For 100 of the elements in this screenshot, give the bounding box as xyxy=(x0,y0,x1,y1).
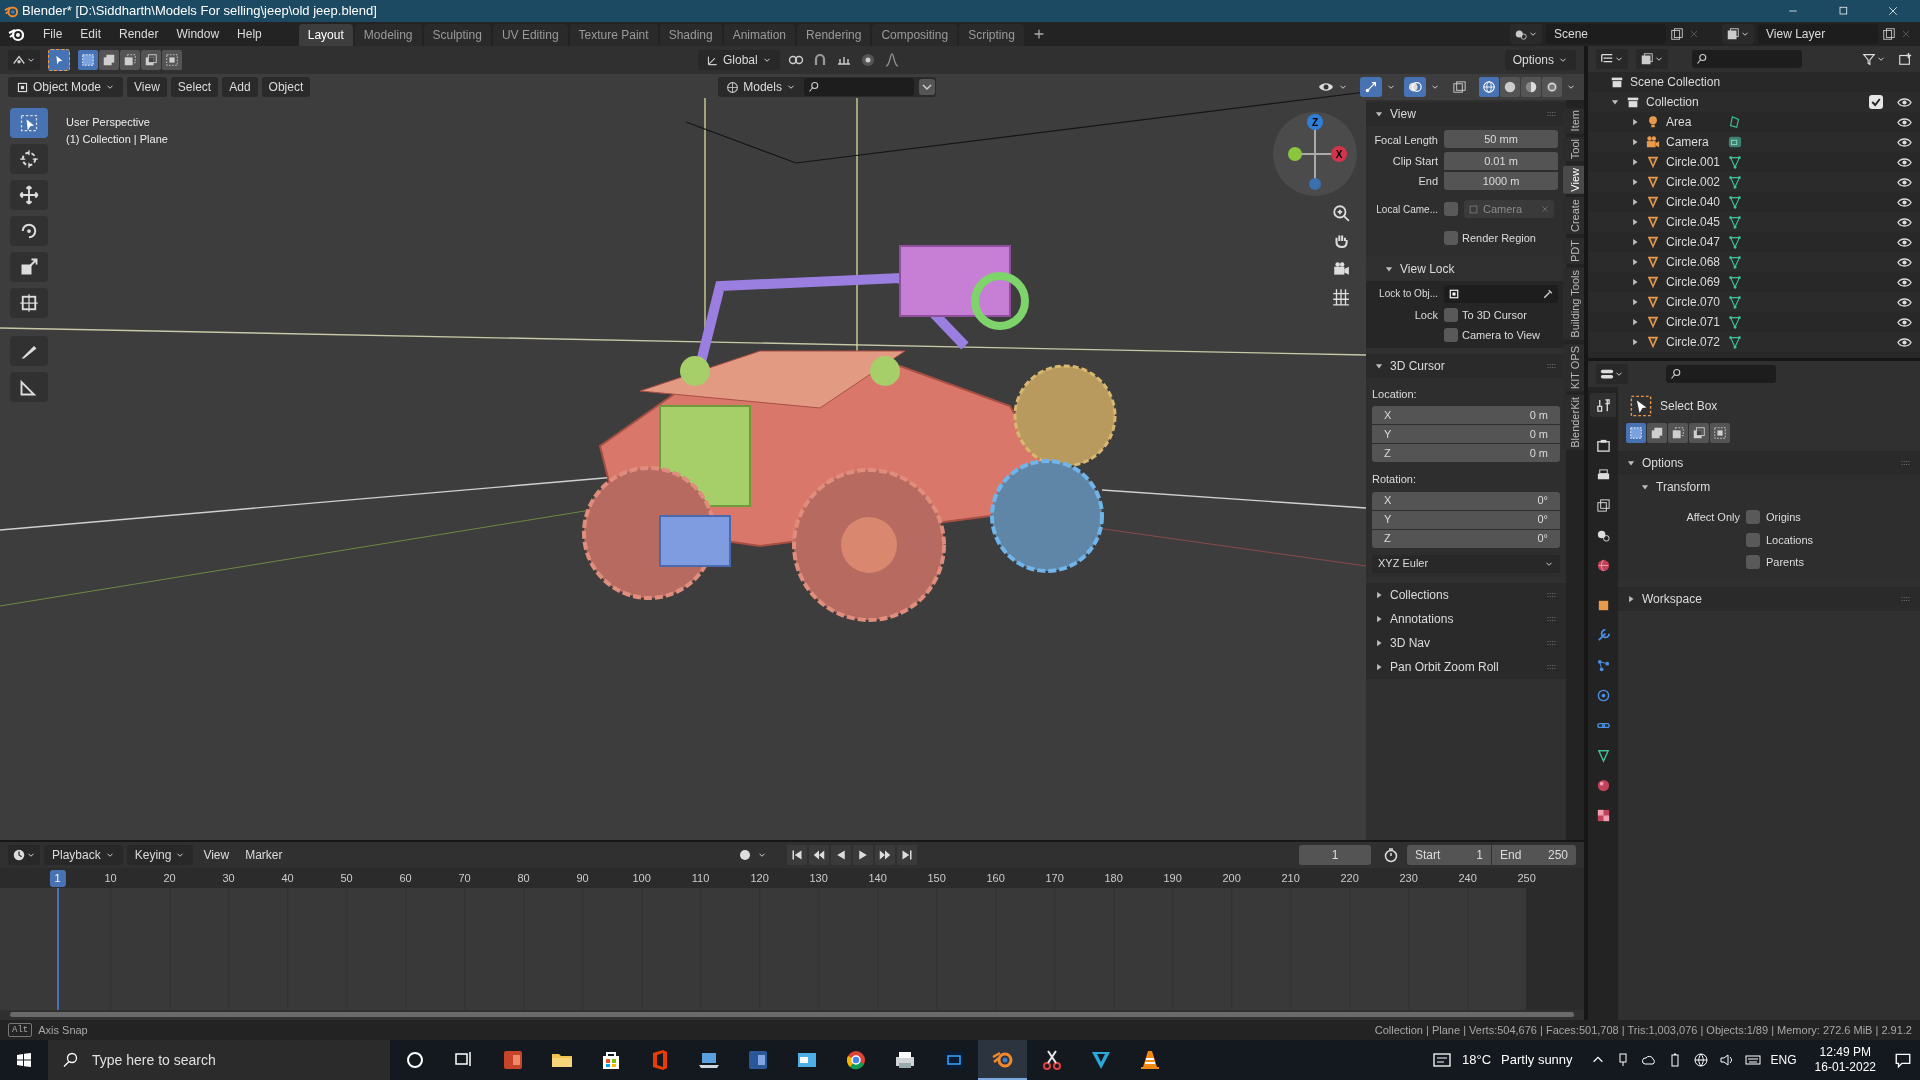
number-field[interactable]: Z 0 m xyxy=(1372,444,1560,462)
sidebar-tab[interactable]: KIT OPS xyxy=(1563,343,1584,392)
status-hint: Axis Snap xyxy=(38,1022,88,1038)
language-indicator[interactable]: ENG xyxy=(1770,1051,1797,1069)
tree-item[interactable]: Circle.001 xyxy=(1666,153,1722,171)
workspace-tab[interactable]: Texture Paint xyxy=(569,24,658,46)
workspace-tab[interactable]: Animation xyxy=(723,24,796,46)
menu-item[interactable]: Help xyxy=(230,25,269,43)
panel-header[interactable]: View Lock xyxy=(1400,259,1455,278)
number-field[interactable]: X 0 m xyxy=(1372,406,1560,424)
menu-item[interactable]: Marker xyxy=(239,846,289,864)
start-frame-field[interactable]: Start 1 xyxy=(1407,845,1491,865)
key-hint: Alt xyxy=(8,1023,33,1037)
sidebar-tab[interactable]: Tool xyxy=(1563,137,1584,162)
field-label: Affect Only xyxy=(1685,510,1740,525)
menu-item[interactable]: File xyxy=(36,25,70,43)
menu-dropdown[interactable]: Playback xyxy=(44,845,123,865)
number-field[interactable]: Y 0° xyxy=(1372,510,1560,529)
workspace-tab[interactable]: Layout xyxy=(298,24,353,46)
panel-header[interactable]: Workspace xyxy=(1642,589,1702,608)
window-title: Blender* [D:\Siddharth\Models For selling\jeep\old jeep.blend] xyxy=(22,2,378,21)
field-label: Clip Start xyxy=(1391,153,1438,169)
panel-header[interactable]: Options xyxy=(1642,454,1684,472)
number-field[interactable]: X 0° xyxy=(1372,491,1560,510)
current-frame-indicator[interactable]: 1 xyxy=(49,870,66,887)
menu-item[interactable]: Edit xyxy=(73,25,109,43)
scene-statistics: Collection | Plane | Verts:504,676 | Faces:501,708 | Tris:1,003,076 | Objects:1/89 | Memory: 272.6 MiB | 2.91.2 xyxy=(1374,1022,1912,1038)
tree-item[interactable]: Circle.072 xyxy=(1666,333,1722,351)
menu-item[interactable]: Object xyxy=(261,77,311,97)
menu-item[interactable]: Render xyxy=(112,25,166,43)
orientation-dropdown[interactable]: Global xyxy=(698,50,780,70)
tree-item[interactable]: Camera xyxy=(1666,133,1722,151)
frame-number: 210 xyxy=(1280,871,1301,886)
panel-header[interactable]: 3D Nav xyxy=(1390,633,1430,652)
menu-item[interactable]: View xyxy=(197,846,236,864)
end-frame-field[interactable]: End 250 xyxy=(1492,845,1576,865)
workspace-tab[interactable]: Shading xyxy=(659,24,722,46)
frame-number: 20 xyxy=(162,871,177,886)
number-field[interactable]: 50 mm xyxy=(1444,130,1558,148)
frame-number: 90 xyxy=(575,871,590,886)
menu-item[interactable]: Select xyxy=(170,77,219,97)
frame-number: 70 xyxy=(457,871,472,886)
workspace-tab[interactable]: UV Editing xyxy=(492,24,568,46)
navigation-gizmo[interactable]: Z X xyxy=(1273,112,1357,196)
workspace-tab[interactable]: Sculpting xyxy=(423,24,491,46)
panel-header[interactable]: Transform xyxy=(1656,478,1711,496)
tree-item[interactable]: Circle.068 xyxy=(1666,253,1722,271)
tree-item[interactable]: Scene Collection xyxy=(1630,73,1721,91)
sidebar-tab[interactable]: Create xyxy=(1563,197,1584,235)
checkbox-label: Parents xyxy=(1766,555,1804,570)
sidebar-tab[interactable]: PDT xyxy=(1563,238,1584,265)
options-dropdown[interactable]: Options xyxy=(1504,50,1576,70)
clock-date[interactable]: 16-01-2022 xyxy=(1814,1060,1876,1075)
number-field[interactable]: 0.01 m xyxy=(1444,152,1558,170)
rotation-mode-dropdown[interactable]: XYZ Euler xyxy=(1372,554,1560,573)
tree-item[interactable]: Area xyxy=(1666,113,1722,131)
mode-dropdown[interactable]: Object Mode xyxy=(8,77,124,97)
tree-item[interactable]: Circle.069 xyxy=(1666,273,1722,291)
frame-number: 220 xyxy=(1339,871,1360,886)
weather-text: Partly sunny xyxy=(1501,1051,1573,1070)
sidebar-tab[interactable]: BlenderKit xyxy=(1563,395,1584,450)
number-field[interactable]: Y 0 m xyxy=(1372,425,1560,443)
view-layer-field[interactable]: View Layer xyxy=(1758,24,1878,44)
frame-number: 40 xyxy=(280,871,295,886)
menu-item[interactable]: Add xyxy=(222,77,258,97)
number-field[interactable]: 1000 m xyxy=(1444,172,1558,190)
workspace-tab[interactable]: Compositing xyxy=(872,24,958,46)
frame-number: 240 xyxy=(1457,871,1478,886)
menu-item[interactable]: View xyxy=(127,77,167,97)
tree-item[interactable]: Circle.047 xyxy=(1666,233,1722,251)
tree-item[interactable]: Circle.002 xyxy=(1666,173,1722,191)
workspace-tab[interactable]: Modeling xyxy=(354,24,422,46)
field-label: Local Came... xyxy=(1375,202,1438,217)
checkbox-label: Render Region xyxy=(1462,231,1536,246)
scene-field[interactable]: Scene xyxy=(1546,24,1666,44)
frame-number: 170 xyxy=(1044,871,1065,886)
tree-item[interactable]: Circle.045 xyxy=(1666,213,1722,231)
search-field[interactable]: Type here to search xyxy=(48,1040,390,1080)
sidebar-tab[interactable]: Building Tools xyxy=(1563,268,1584,340)
menu-item[interactable]: Window xyxy=(169,25,227,43)
sidebar-tab[interactable]: View xyxy=(1563,165,1584,194)
workspace-tab[interactable]: Rendering xyxy=(797,24,871,46)
temperature-text: 18°C xyxy=(1462,1051,1492,1070)
tree-item[interactable]: Circle.040 xyxy=(1666,193,1722,211)
field-label: Location: xyxy=(1372,386,1418,402)
panel-header[interactable]: View xyxy=(1390,105,1416,123)
frame-number: 160 xyxy=(985,871,1006,886)
sidebar-tab[interactable]: Item xyxy=(1563,108,1584,134)
tree-item[interactable]: Circle.071 xyxy=(1666,313,1722,331)
menu-dropdown[interactable]: Keying xyxy=(126,845,194,865)
axis-label[interactable]: X xyxy=(1331,146,1347,162)
viewport-info-text: User Perspective xyxy=(66,115,151,130)
clock-time[interactable]: 12:49 PM xyxy=(1819,1045,1871,1060)
frame-number: 130 xyxy=(808,871,829,886)
tree-item[interactable]: Circle.070 xyxy=(1666,293,1722,311)
workspace-tab[interactable]: Scripting xyxy=(959,24,1024,46)
number-field[interactable]: Z 0° xyxy=(1372,529,1560,548)
tree-item[interactable]: Collection xyxy=(1646,93,1702,111)
axis-label[interactable]: Z xyxy=(1307,114,1323,130)
current-frame-field[interactable]: 1 xyxy=(1299,845,1371,865)
